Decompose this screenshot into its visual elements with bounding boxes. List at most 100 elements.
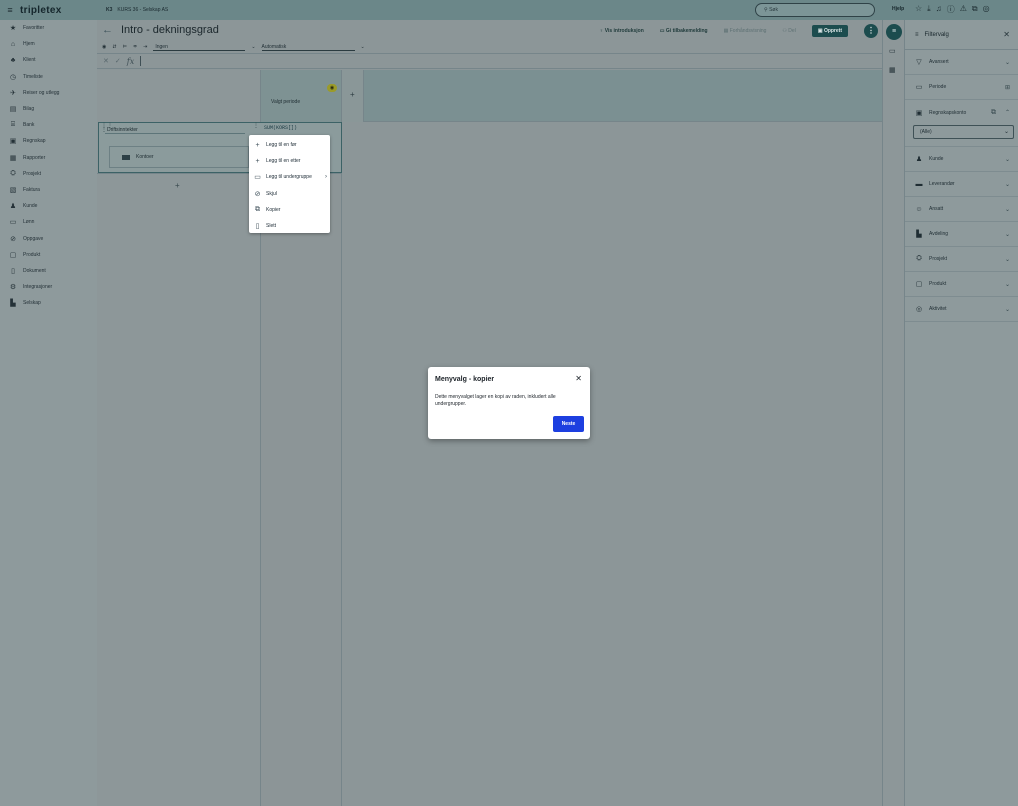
sub-row-label: Kontoer (136, 154, 154, 160)
menu-item-label: Kopier (266, 206, 281, 213)
sidebar-item-prosjekt[interactable]: ⛭ Prosjekt (0, 166, 97, 182)
menu-item-add-after[interactable]: + Legg til en etter (249, 153, 330, 169)
document-icon: ▯ (11, 267, 15, 275)
add-filter-icon[interactable]: ⊞ (1005, 84, 1010, 91)
eye-icon[interactable]: ◉ (102, 44, 106, 50)
formula-bar: ✕ ✓ fx (97, 53, 882, 69)
copy-icon[interactable]: ⧉ (991, 109, 996, 117)
menu-item-delete[interactable]: ▯ Slett (249, 218, 330, 234)
row-menu-icon[interactable]: ⋮ (253, 123, 259, 129)
menu-item-add-subgroup[interactable]: ▭ Legg til undergruppe › (249, 169, 330, 185)
filter-advanced[interactable]: ▽ Avansert ⌄ (905, 50, 1018, 75)
show-intro-label: Vis introduksjon (604, 28, 644, 34)
outdent-icon[interactable]: ⇥ (143, 44, 147, 50)
close-icon[interactable]: ✕ (1003, 30, 1010, 39)
sidebar-item-reiser[interactable]: ✈ Reiser og utlegg (0, 85, 97, 101)
confirm-formula-icon[interactable]: ✓ (115, 57, 121, 65)
help-link[interactable]: Hjelp (892, 6, 904, 12)
sidebar-item-selskap[interactable]: ▙ Selskap (0, 295, 97, 311)
sidebar-item-bilag[interactable]: ▤ Bilag (0, 101, 97, 117)
filter-project[interactable]: ⛭ Prosjekt ⌄ (905, 247, 1018, 272)
share-label: Del (788, 28, 796, 34)
sidebar-item-label: Lønn (23, 219, 35, 226)
sidebar-item-rapporter[interactable]: ▦ Rapporter (0, 150, 97, 166)
company-name: KURS 36 - Selskap AS (117, 7, 169, 13)
sidebar-item-favoritter[interactable]: ★ Favoritter (0, 20, 97, 36)
sidebar-item-oppgave[interactable]: ⊘ Oppgave (0, 230, 97, 246)
menu-item-label: Legg til undergruppe (266, 174, 312, 181)
back-arrow-icon[interactable]: ← (102, 24, 113, 36)
external-icon[interactable]: ⧉ (972, 4, 978, 15)
company-selector[interactable]: K3 KURS 36 - Selskap AS (106, 7, 168, 13)
formula-input[interactable] (140, 56, 142, 66)
grid-sub-row-kontoer[interactable]: Kontoer (109, 146, 249, 168)
share-button[interactable]: ⚇ Del (782, 28, 795, 34)
filter-supplier[interactable]: ▬ Leverandør ⌄ (905, 172, 1018, 197)
align-icon[interactable]: ≑ (133, 44, 137, 50)
app-logo[interactable]: tripletex (20, 5, 106, 16)
filter-activity[interactable]: ◎ Aktivitet ⌄ (905, 297, 1018, 322)
supplier-icon: ▬ (915, 180, 923, 188)
filter-customer[interactable]: ♟ Kunde ⌄ (905, 147, 1018, 172)
sort-icon[interactable]: ⇵ (112, 44, 116, 50)
more-options-icon[interactable]: ⋮ (864, 24, 878, 38)
company-code: K3 (106, 7, 113, 13)
cancel-formula-icon[interactable]: ✕ (103, 57, 109, 65)
account-select[interactable]: (Alle) ⌄ (913, 125, 1014, 139)
filter-department[interactable]: ▙ Avdeling ⌄ (905, 222, 1018, 247)
filter-toggle-icon[interactable]: ≡ (886, 24, 902, 40)
download-icon[interactable]: ⤓ (927, 4, 931, 15)
column-header-valgt-periode[interactable] (261, 70, 342, 122)
add-column-icon[interactable]: + (350, 90, 355, 99)
sidebar-item-integrasjoner[interactable]: ⚙ Integrasjoner (0, 279, 97, 295)
style-select[interactable]: Ingen (153, 44, 246, 51)
sidebar-item-bank[interactable]: ⌸ Bank (0, 117, 97, 133)
preview-button[interactable]: ▦ Forhåndsvisning (724, 28, 767, 34)
client-icon: ♣ (10, 56, 16, 64)
filter-employee[interactable]: ☺ Ansatt ⌄ (905, 197, 1018, 222)
filter-panel-title: Filtervalg (924, 31, 949, 38)
sidebar-item-dokument[interactable]: ▯ Dokument (0, 263, 97, 279)
sidebar-item-produkt[interactable]: ▢ Produkt (0, 247, 97, 263)
sidebar-item-faktura[interactable]: ▧ Faktura (0, 182, 97, 198)
bell-icon[interactable]: ♫ (936, 4, 942, 15)
sidebar-item-timeliste[interactable]: ◷ Timeliste (0, 69, 97, 85)
create-button[interactable]: ▣ Opprett (811, 25, 848, 37)
account-icon[interactable]: ◎ (983, 4, 990, 15)
close-icon[interactable]: ✕ (575, 374, 582, 383)
size-select[interactable]: Automatisk (261, 44, 355, 51)
sidebar-item-hjem[interactable]: ⌂ Hjem (0, 36, 97, 52)
star-icon[interactable]: ☆ (915, 4, 922, 15)
next-button[interactable]: Neste (553, 416, 584, 432)
filter-product[interactable]: ▢ Produkt ⌄ (905, 272, 1018, 297)
info-icon[interactable]: ⓘ (947, 4, 955, 15)
menu-item-hide[interactable]: ⊘ Skjul (249, 186, 330, 202)
comments-icon[interactable]: ▭ (889, 47, 896, 55)
sidebar-item-lonn[interactable]: ▭ Lønn (0, 214, 97, 230)
add-row-icon[interactable]: + (175, 181, 180, 190)
sidebar-item-kunde[interactable]: ♟ Kunde (0, 198, 97, 214)
row-context-menu: + Legg til en før + Legg til en etter ▭ Leg… (249, 135, 330, 233)
hamburger-menu-icon[interactable]: ≡ (0, 5, 20, 15)
row-formula: SUM(KORS[]) (264, 125, 298, 131)
warning-icon[interactable]: ⚠ (960, 4, 967, 15)
task-icon: ⊘ (10, 235, 16, 243)
feedback-button[interactable]: ▭ Gi tilbakemelding (660, 28, 708, 34)
show-intro-button[interactable]: ♀ Vis introduksjon (600, 28, 644, 34)
sidebar-item-klient[interactable]: ♣ Klient (0, 52, 97, 68)
filter-account[interactable]: ▣ Regnskapskonto ⧉ ⌃ (905, 100, 1018, 125)
filter-period[interactable]: ▭ Periode ⊞ (905, 75, 1018, 100)
menu-item-add-before[interactable]: + Legg til en før (249, 137, 330, 153)
eye-off-icon: ⊘ (254, 190, 261, 198)
table-icon[interactable]: ▦ (889, 66, 896, 74)
plus-icon: + (255, 157, 260, 165)
trash-icon: ▯ (255, 223, 260, 231)
sidebar-item-label: Kunde (23, 203, 38, 210)
indent-icon[interactable]: ⊨ (123, 44, 127, 50)
sidebar-item-regnskap[interactable]: ▣ Regnskap (0, 133, 97, 149)
search-input[interactable]: ⚲ Søk (755, 3, 875, 17)
sidebar-item-label: Hjem (23, 41, 35, 48)
menu-item-copy[interactable]: ⧉ Kopier (249, 202, 330, 218)
hidden-eye-icon[interactable]: ◉ (327, 84, 337, 92)
ledger-icon: ▣ (9, 138, 17, 146)
